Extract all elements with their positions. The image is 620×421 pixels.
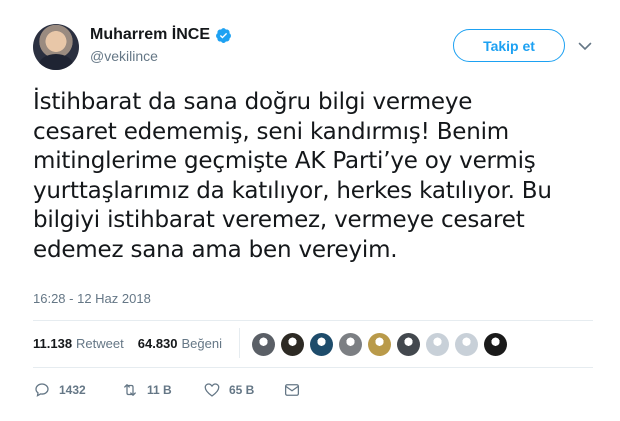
author-info: Muharrem İNCE @vekilince [90,26,232,64]
tweet-header: Muharrem İNCE @vekilince Takip et [33,22,603,74]
liker-avatar[interactable] [281,333,304,356]
stats-separator [239,328,240,358]
retweet-button[interactable]: 11 B [121,381,203,399]
name-row: Muharrem İNCE [90,26,232,44]
author-handle[interactable]: @vekilince [90,48,232,64]
tweet-stats: 11.138 Retweet 64.830 Beğeni [33,328,240,358]
liker-avatar[interactable] [339,333,362,356]
divider [33,320,593,321]
retweet-icon [124,384,136,396]
avatar[interactable] [33,24,79,70]
likes-count[interactable]: 64.830 [138,336,178,351]
liker-avatar[interactable] [426,333,449,356]
direct-message-button[interactable] [283,381,301,399]
tweet-text: İstihbarat da sana doğru bilgi vermeye c… [33,89,552,263]
retweets-label[interactable]: Retweet [76,336,124,351]
liker-avatar[interactable] [397,333,420,356]
retweet-count: 11 B [147,383,172,397]
liker-avatar[interactable] [310,333,333,356]
reply-button[interactable]: 1432 [33,381,121,399]
liker-avatar[interactable] [484,333,507,356]
verified-icon [216,27,231,43]
retweets-count[interactable]: 11.138 [33,336,72,351]
likes-label[interactable]: Beğeni [182,336,222,351]
liker-avatar[interactable] [252,333,275,356]
like-button[interactable]: 65 B [203,381,283,399]
liker-avatars [252,333,507,356]
author-name[interactable]: Muharrem İNCE [90,26,210,44]
reply-count: 1432 [59,383,86,397]
chevron-down-icon[interactable] [577,38,593,54]
heart-icon [204,383,220,397]
liker-avatar[interactable] [368,333,391,356]
tweet-card: Muharrem İNCE @vekilince Takip et İstihb… [0,0,620,421]
liker-avatar[interactable] [455,333,478,356]
tweet-timestamp[interactable]: 16:28 - 12 Haz 2018 [33,291,151,306]
follow-button[interactable]: Takip et [453,29,565,62]
message-icon [284,384,300,396]
tweet-actions: 1432 11 B 65 B [33,381,301,399]
reply-icon [35,383,49,397]
divider [33,367,593,368]
like-count: 65 B [229,383,255,397]
